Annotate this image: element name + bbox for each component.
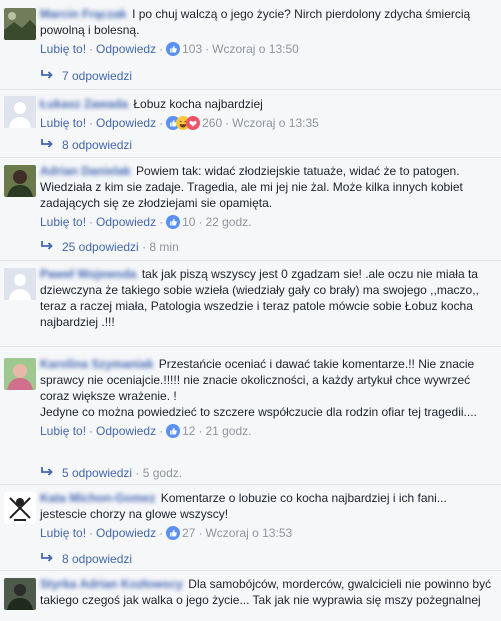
comment-time[interactable]: Wczoraj o 13:35	[232, 116, 319, 130]
reaction-count[interactable]: 10	[182, 215, 195, 229]
avatar-photo	[4, 165, 36, 197]
comment-body: Marcin Frączak I po chuj walczą o jego ż…	[40, 6, 493, 57]
like-reaction-icon[interactable]	[166, 526, 181, 540]
reply-link[interactable]: Odpowiedz	[96, 42, 156, 56]
replies-link[interactable]: 8 odpowiedzi	[40, 137, 132, 153]
avatar[interactable]	[4, 165, 36, 197]
comment-body: Paweł Wojewoda tak jak piszą wszyscy jes…	[40, 266, 493, 330]
comment-author[interactable]: Styrka Adrian Kozłowscy	[40, 577, 183, 591]
reply-arrow-icon	[41, 467, 53, 476]
avatar-photo	[4, 578, 36, 610]
comment-body: Styrka Adrian Kozłowscy Dla samobójców, …	[40, 576, 493, 608]
comment-text: Łukasz Zawada Łobuz kocha najbardziej	[40, 96, 493, 112]
comment-time[interactable]: 21 godz.	[205, 424, 251, 438]
like-link[interactable]: Lubię to!	[40, 526, 86, 540]
reaction-count[interactable]: 12	[182, 424, 195, 438]
comment-actions: Lubię to! · Odpowiedz · 27 · Wczoraj o 13:53	[40, 526, 293, 540]
comment-text: Styrka Adrian Kozłowscy Dla samobójców, …	[40, 576, 493, 608]
avatar-photo	[4, 8, 36, 40]
replies-link[interactable]: 8 odpowiedzi	[40, 551, 132, 567]
reply-link[interactable]: Odpowiedz	[96, 215, 156, 229]
comment-text: Marcin Frączak I po chuj walczą o jego ż…	[40, 6, 493, 38]
comment-body: Kata Michon-Gomez Komentarze o lobuzie c…	[40, 490, 493, 541]
divider	[0, 157, 501, 158]
like-reaction-icon[interactable]	[166, 215, 181, 229]
reaction-count[interactable]: 260	[202, 116, 222, 130]
comment-text: Karolina Szymaniak Przestańcie oceniać i…	[40, 356, 493, 404]
comment-author[interactable]: Karolina Szymaniak	[40, 357, 153, 371]
divider	[0, 346, 501, 347]
comment-author[interactable]: Marcin Frączak	[40, 7, 127, 21]
avatar[interactable]	[4, 492, 36, 524]
reply-arrow-icon	[41, 70, 53, 79]
comment-author[interactable]: Kata Michon-Gomez	[40, 491, 155, 505]
replies-link[interactable]: 7 odpowiedzi	[40, 68, 132, 84]
default-avatar-icon	[4, 268, 36, 300]
comment-time[interactable]: Wczoraj o 13:50	[212, 42, 299, 56]
reply-link[interactable]: Odpowiedz	[96, 116, 156, 130]
comment-time[interactable]: 22 godz.	[205, 215, 251, 229]
comment-author[interactable]: Łukasz Zawada	[40, 97, 128, 111]
comment-time[interactable]: Wczoraj o 13:53	[205, 526, 292, 540]
like-link[interactable]: Lubię to!	[40, 42, 86, 56]
avatar-photo	[4, 358, 36, 390]
comment-partial: Styrka Adrian Kozłowscy Dla samobójców, …	[0, 574, 501, 621]
comment-text: Kata Michon-Gomez Komentarze o lobuzie c…	[40, 490, 493, 522]
replies-count[interactable]: 8 odpowiedzi	[62, 138, 132, 152]
replies-count[interactable]: 25 odpowiedzi	[62, 240, 139, 254]
avatar[interactable]	[4, 578, 36, 610]
comment-actions: Lubię to! · Odpowiedz · 103 · Wczoraj o 13:50	[40, 42, 299, 56]
comment-actions: Lubię to! · Odpowiedz · 12 · 21 godz.	[40, 424, 252, 438]
avatar[interactable]	[4, 8, 36, 40]
divider	[0, 260, 501, 261]
reply-link[interactable]: Odpowiedz	[96, 526, 156, 540]
comment-text-continued: Jedyne co można powiedzieć to szczere ws…	[40, 405, 477, 419]
default-avatar-icon	[4, 96, 36, 128]
comment-actions: Lubię to! · Odpowiedz · 260 · Wczoraj o 13:35	[40, 116, 319, 130]
replies-time[interactable]: 8 min	[149, 240, 178, 254]
replies-time[interactable]: 5 godz.	[143, 466, 182, 480]
avatar[interactable]	[4, 96, 36, 128]
comment-text: Adrian Danielak Powiem tak: widać złodzi…	[40, 163, 493, 211]
like-link[interactable]: Lubię to!	[40, 424, 86, 438]
comment-body: Łukasz Zawada Łobuz kocha najbardziej Lu…	[40, 96, 493, 131]
avatar-drawing	[4, 492, 36, 524]
comment-text: Paweł Wojewoda tak jak piszą wszyscy jes…	[40, 266, 493, 330]
divider	[0, 570, 501, 571]
replies-count[interactable]: 8 odpowiedzi	[62, 552, 132, 566]
reply-arrow-icon	[41, 553, 53, 562]
comment-actions: Lubię to! · Odpowiedz · 10 · 22 godz.	[40, 215, 252, 229]
like-reaction-icon[interactable]	[166, 424, 181, 438]
comment-body: Karolina Szymaniak Przestańcie oceniać i…	[40, 356, 493, 439]
reply-arrow-icon	[41, 139, 53, 148]
divider	[0, 484, 501, 485]
reaction-count[interactable]: 27	[182, 526, 195, 540]
replies-count[interactable]: 7 odpowiedzi	[62, 69, 132, 83]
like-link[interactable]: Lubię to!	[40, 215, 86, 229]
divider	[0, 89, 501, 90]
reply-link[interactable]: Odpowiedz	[96, 424, 156, 438]
avatar[interactable]	[4, 358, 36, 390]
replies-link[interactable]: 25 odpowiedzi · 8 min	[40, 239, 179, 255]
replies-count[interactable]: 5 odpowiedzi	[62, 466, 132, 480]
comment-body: Adrian Danielak Powiem tak: widać złodzi…	[40, 163, 493, 230]
comment-author[interactable]: Adrian Danielak	[40, 164, 131, 178]
love-reaction-icon[interactable]	[186, 116, 201, 130]
comment-author[interactable]: Paweł Wojewoda	[40, 267, 136, 281]
replies-link[interactable]: 5 odpowiedzi · 5 godz.	[40, 465, 182, 481]
comment-message: Łobuz kocha najbardziej	[133, 97, 263, 111]
reaction-count[interactable]: 103	[182, 42, 202, 56]
avatar[interactable]	[4, 268, 36, 300]
like-reaction-icon[interactable]	[166, 42, 181, 56]
like-link[interactable]: Lubię to!	[40, 116, 86, 130]
reply-arrow-icon	[41, 241, 53, 250]
